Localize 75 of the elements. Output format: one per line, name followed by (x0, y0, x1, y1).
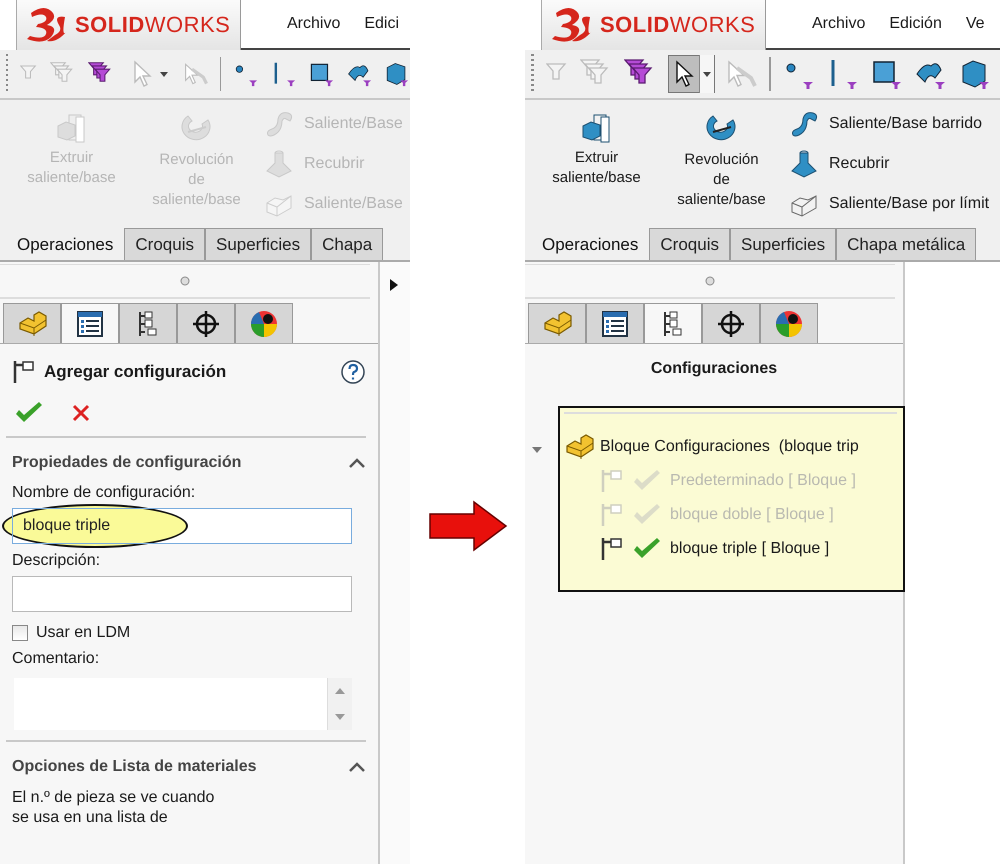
caret-icon (703, 72, 711, 76)
logo-text: SOLIDWORKS (75, 12, 230, 38)
command-button[interactable]: Saliente/Base barrido (789, 106, 990, 142)
ribbon-tab[interactable]: Superficies (204, 228, 312, 260)
configuration-icon (600, 468, 624, 494)
section-title: Propiedades de configuración (12, 454, 242, 472)
collapse-button[interactable] (348, 457, 366, 469)
text-field[interactable]: bloque triple (12, 508, 352, 544)
tree-item[interactable]: bloque triple [ Bloque ] (670, 540, 830, 558)
info-text: El n.º de pieza se ve cuando se usa en una lista de (12, 788, 216, 828)
cancel-button[interactable] (72, 404, 90, 422)
part-icon (17, 310, 47, 336)
pane-tab[interactable] (702, 303, 760, 343)
ribbon-tab[interactable]: Chapa metálica (836, 228, 976, 260)
pane-tab[interactable] (61, 303, 119, 343)
select-button[interactable] (668, 55, 715, 93)
pane-tab[interactable] (586, 303, 644, 343)
menu-item[interactable]: Edición (889, 15, 942, 33)
menu-item[interactable]: Edici (364, 15, 400, 33)
checkbox[interactable] (12, 625, 28, 641)
pointer-icon[interactable] (675, 60, 695, 88)
section-title: Opciones de Lista de materiales (12, 758, 257, 776)
ribbon-tab[interactable]: Croquis (649, 228, 730, 260)
collapse-button[interactable] (348, 761, 366, 773)
ok-button[interactable] (14, 401, 44, 425)
crosshair-icon (191, 308, 221, 338)
color-sphere-icon (774, 308, 804, 338)
command-button[interactable]: Recubrir (789, 146, 990, 182)
pane-tab[interactable] (760, 303, 818, 343)
sweep-icon[interactable] (789, 109, 819, 139)
tree-item[interactable]: Bloque Configuraciones (bloque trip (600, 438, 859, 456)
color-sphere-icon (249, 308, 279, 338)
menu-item[interactable]: Archivo (287, 15, 340, 33)
text-field[interactable] (12, 576, 352, 612)
ribbon-tab[interactable]: Croquis (124, 228, 205, 260)
menu-item[interactable]: Archivo (812, 15, 866, 33)
menu-item[interactable]: Ve (966, 15, 985, 33)
loft-icon[interactable] (789, 149, 819, 179)
help-icon[interactable] (340, 359, 366, 385)
toolbar-grip[interactable] (6, 54, 8, 94)
list-icon (601, 310, 629, 338)
field-label: Comentario: (12, 650, 100, 668)
configuration-icon (600, 502, 624, 528)
configuration-icon (12, 359, 36, 385)
chevron-icon (348, 457, 366, 469)
command-button[interactable]: Saliente/Base por límit (789, 186, 990, 222)
list-icon (76, 310, 104, 338)
field-label: Nombre de configuración: (12, 484, 196, 502)
check-icon (632, 503, 662, 527)
ribbon-tab[interactable]: Superficies (730, 228, 836, 260)
pane-tab[interactable] (119, 303, 177, 343)
part-icon (564, 434, 594, 460)
crosshair-icon (716, 308, 746, 338)
panel-title: Configuraciones (650, 360, 778, 379)
pane-tab[interactable] (177, 303, 235, 343)
toolbar-grip[interactable] (531, 54, 534, 94)
pane-tab[interactable] (235, 303, 293, 343)
command-button[interactable]: Extruir saliente/base (539, 112, 654, 228)
configuration-icon (600, 536, 624, 562)
check-icon (632, 537, 662, 561)
checkbox-label: Usar en LDM (36, 624, 130, 642)
caret-icon (160, 72, 168, 76)
chevron-icon (348, 761, 366, 773)
splitter-handle-icon[interactable] (705, 276, 715, 286)
logo-text: SOLIDWORKS (600, 12, 756, 38)
ok-icon (14, 401, 44, 425)
pane-tab[interactable] (644, 303, 702, 343)
panel-title: Agregar configuración (44, 362, 228, 382)
check-icon (632, 469, 662, 493)
splitter-handle-icon[interactable] (180, 276, 190, 286)
command-button[interactable]: Revolución de saliente/base (664, 112, 779, 228)
part-icon (542, 310, 572, 336)
field-label: Descripción: (12, 552, 102, 570)
ribbon-tab[interactable]: Chapa (311, 228, 384, 260)
cancel-icon (72, 404, 90, 422)
